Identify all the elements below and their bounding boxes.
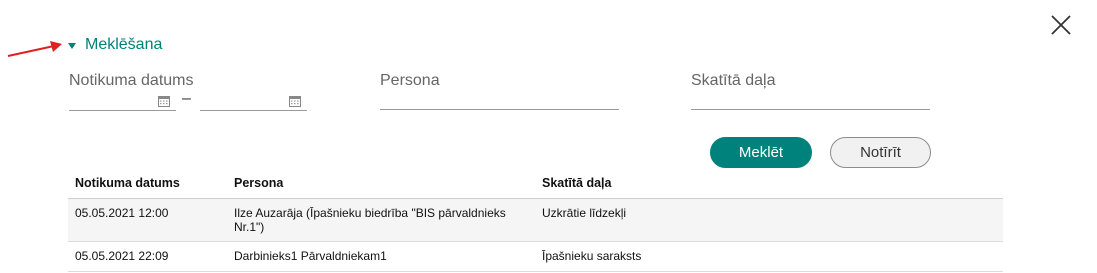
cell-section: Īpašnieku saraksts [535,241,1003,272]
table-row[interactable]: 05.05.2021 12:00 Ilze Auzarāja (Īpašniek… [68,198,1003,242]
column-header-event-date[interactable]: Notikuma datums [68,171,227,199]
person-input[interactable] [380,88,619,110]
cell-event-date: 05.05.2021 12:00 [68,198,227,242]
section-input[interactable] [691,88,930,110]
cell-event-date: 05.05.2021 22:09 [68,241,227,272]
search-toggle-label: Meklēšana [85,36,163,53]
caret-down-icon [68,42,76,49]
table-header-row: Notikuma datums Persona Skatītā daļa [68,171,1003,199]
search-toggle[interactable]: Meklēšana [68,36,162,54]
table-row[interactable]: 05.05.2021 22:09 Darbinieks1 Pārvaldniek… [68,241,1003,272]
calendar-icon[interactable] [158,95,170,107]
column-header-person[interactable]: Persona [227,171,535,199]
cell-person: Ilze Auzarāja (Īpašnieku biedrība "BIS p… [227,198,535,242]
event-date-label: Notikuma datums [69,72,194,89]
search-button[interactable]: Meklēt [710,137,812,168]
cell-section: Uzkrātie līdzekļi [535,198,1003,242]
results-table: Notikuma datums Persona Skatītā daļa 05.… [68,171,1003,272]
column-header-section[interactable]: Skatītā daļa [535,171,1003,199]
calendar-icon[interactable] [289,95,301,107]
date-range-separator: – [182,90,191,107]
close-icon [1051,15,1071,35]
cell-person: Darbinieks1 Pārvaldniekam1 [227,241,535,272]
annotation-arrow-icon [7,41,62,57]
close-button[interactable] [1048,12,1074,38]
clear-button[interactable]: Notīrīt [830,137,931,168]
